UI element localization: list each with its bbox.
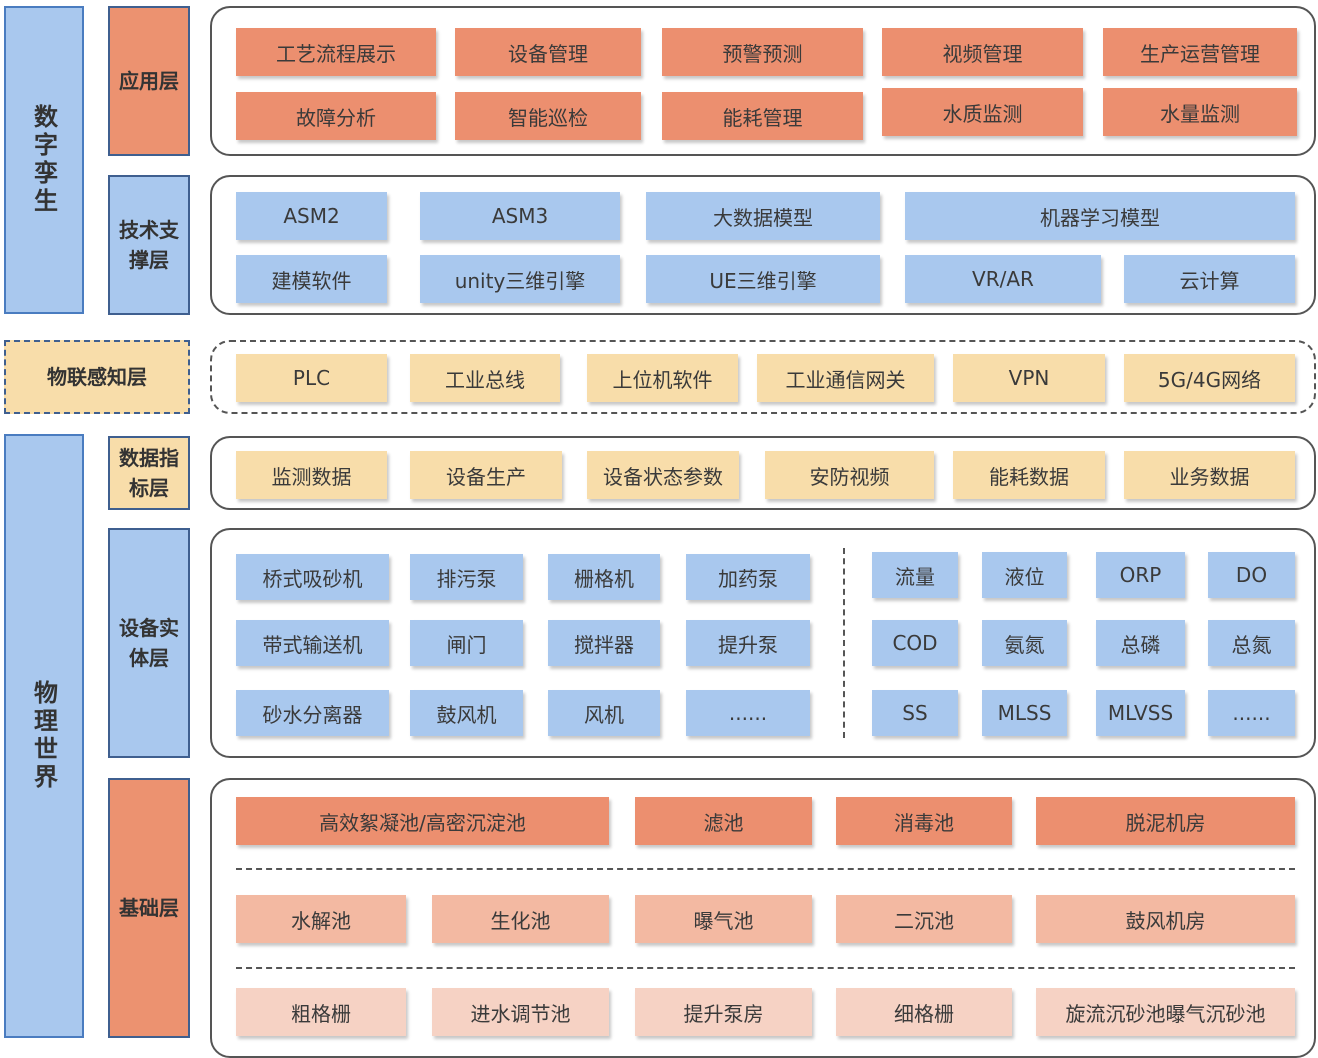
foundation-item: 粗格栅: [236, 988, 406, 1036]
foundation-item: 二沉池: [836, 895, 1012, 943]
iot-item: PLC: [236, 354, 387, 402]
foundation-divider: [236, 967, 1295, 969]
digital-twin-label: 数字孪生: [4, 6, 84, 314]
sensor-item: COD: [872, 620, 958, 666]
data-index-layer-label: 数据指标层: [108, 436, 190, 510]
app-item: 智能巡检: [455, 92, 641, 140]
data-item: 业务数据: [1124, 451, 1295, 499]
sensor-item: ORP: [1096, 552, 1185, 598]
tech-item: 建模软件: [236, 255, 387, 303]
app-item: 水量监测: [1103, 88, 1297, 136]
sensor-item: DO: [1208, 552, 1295, 598]
device-item: 鼓风机: [410, 690, 523, 736]
tech-support-layer-label: 技术支撑层: [108, 175, 190, 315]
tech-item: 大数据模型: [646, 192, 880, 240]
tech-item: ASM2: [236, 192, 387, 240]
data-item: 安防视频: [765, 451, 934, 499]
app-item: 生产运营管理: [1103, 28, 1297, 76]
foundation-item: 鼓风机房: [1036, 895, 1295, 943]
foundation-item: 脱泥机房: [1036, 797, 1295, 845]
device-item: ......: [686, 690, 810, 736]
data-item: 设备状态参数: [587, 451, 739, 499]
application-layer-label: 应用层: [108, 6, 190, 156]
app-item: 故障分析: [236, 92, 436, 140]
device-item: 栅格机: [548, 554, 660, 600]
sensor-item: MLVSS: [1096, 690, 1185, 736]
device-item: 风机: [548, 690, 660, 736]
sensor-item: SS: [872, 690, 958, 736]
tech-item: UE三维引擎: [646, 255, 880, 303]
sensor-item: ......: [1208, 690, 1295, 736]
physical-world-label: 物理世界: [4, 434, 84, 1038]
app-item: 工艺流程展示: [236, 28, 436, 76]
iot-item: 5G/4G网络: [1124, 354, 1295, 402]
foundation-item: 水解池: [236, 895, 406, 943]
foundation-item: 高效絮凝池/高密沉淀池: [236, 797, 609, 845]
device-item: 带式输送机: [236, 620, 389, 666]
app-item: 能耗管理: [662, 92, 863, 140]
device-item: 砂水分离器: [236, 690, 389, 736]
foundation-item: 旋流沉砂池曝气沉砂池: [1036, 988, 1295, 1036]
iot-layer-label: 物联感知层: [4, 340, 190, 414]
foundation-divider: [236, 868, 1295, 870]
app-item: 视频管理: [882, 28, 1083, 76]
device-item: 搅拌器: [548, 620, 660, 666]
device-item: 加药泵: [686, 554, 810, 600]
sensor-item: 氨氮: [982, 620, 1067, 666]
foundation-item: 生化池: [432, 895, 609, 943]
foundation-item: 曝气池: [635, 895, 812, 943]
data-item: 监测数据: [236, 451, 387, 499]
device-item: 桥式吸砂机: [236, 554, 389, 600]
foundation-item: 细格栅: [836, 988, 1012, 1036]
app-item: 设备管理: [455, 28, 641, 76]
equipment-separator: [843, 548, 845, 738]
foundation-layer-label: 基础层: [108, 778, 190, 1038]
equipment-layer-label: 设备实体层: [108, 528, 190, 758]
tech-item: unity三维引擎: [420, 255, 620, 303]
app-item: 预警预测: [662, 28, 863, 76]
data-item: 设备生产: [410, 451, 562, 499]
data-item: 能耗数据: [953, 451, 1105, 499]
iot-item: 工业通信网关: [757, 354, 934, 402]
sensor-item: MLSS: [982, 690, 1067, 736]
tech-item: 机器学习模型: [905, 192, 1295, 240]
tech-item: 云计算: [1124, 255, 1295, 303]
sensor-item: 总磷: [1096, 620, 1185, 666]
foundation-item: 进水调节池: [432, 988, 609, 1036]
device-item: 排污泵: [410, 554, 523, 600]
sensor-item: 流量: [872, 552, 958, 598]
sensor-item: 总氮: [1208, 620, 1295, 666]
iot-item: 上位机软件: [587, 354, 738, 402]
device-item: 提升泵: [686, 620, 810, 666]
device-item: 闸门: [410, 620, 523, 666]
foundation-item: 提升泵房: [635, 988, 812, 1036]
tech-item: VR/AR: [905, 255, 1101, 303]
foundation-item: 消毒池: [836, 797, 1012, 845]
tech-item: ASM3: [420, 192, 620, 240]
app-item: 水质监测: [882, 88, 1083, 136]
sensor-item: 液位: [982, 552, 1067, 598]
iot-item: VPN: [953, 354, 1105, 402]
iot-item: 工业总线: [410, 354, 560, 402]
foundation-item: 滤池: [635, 797, 812, 845]
